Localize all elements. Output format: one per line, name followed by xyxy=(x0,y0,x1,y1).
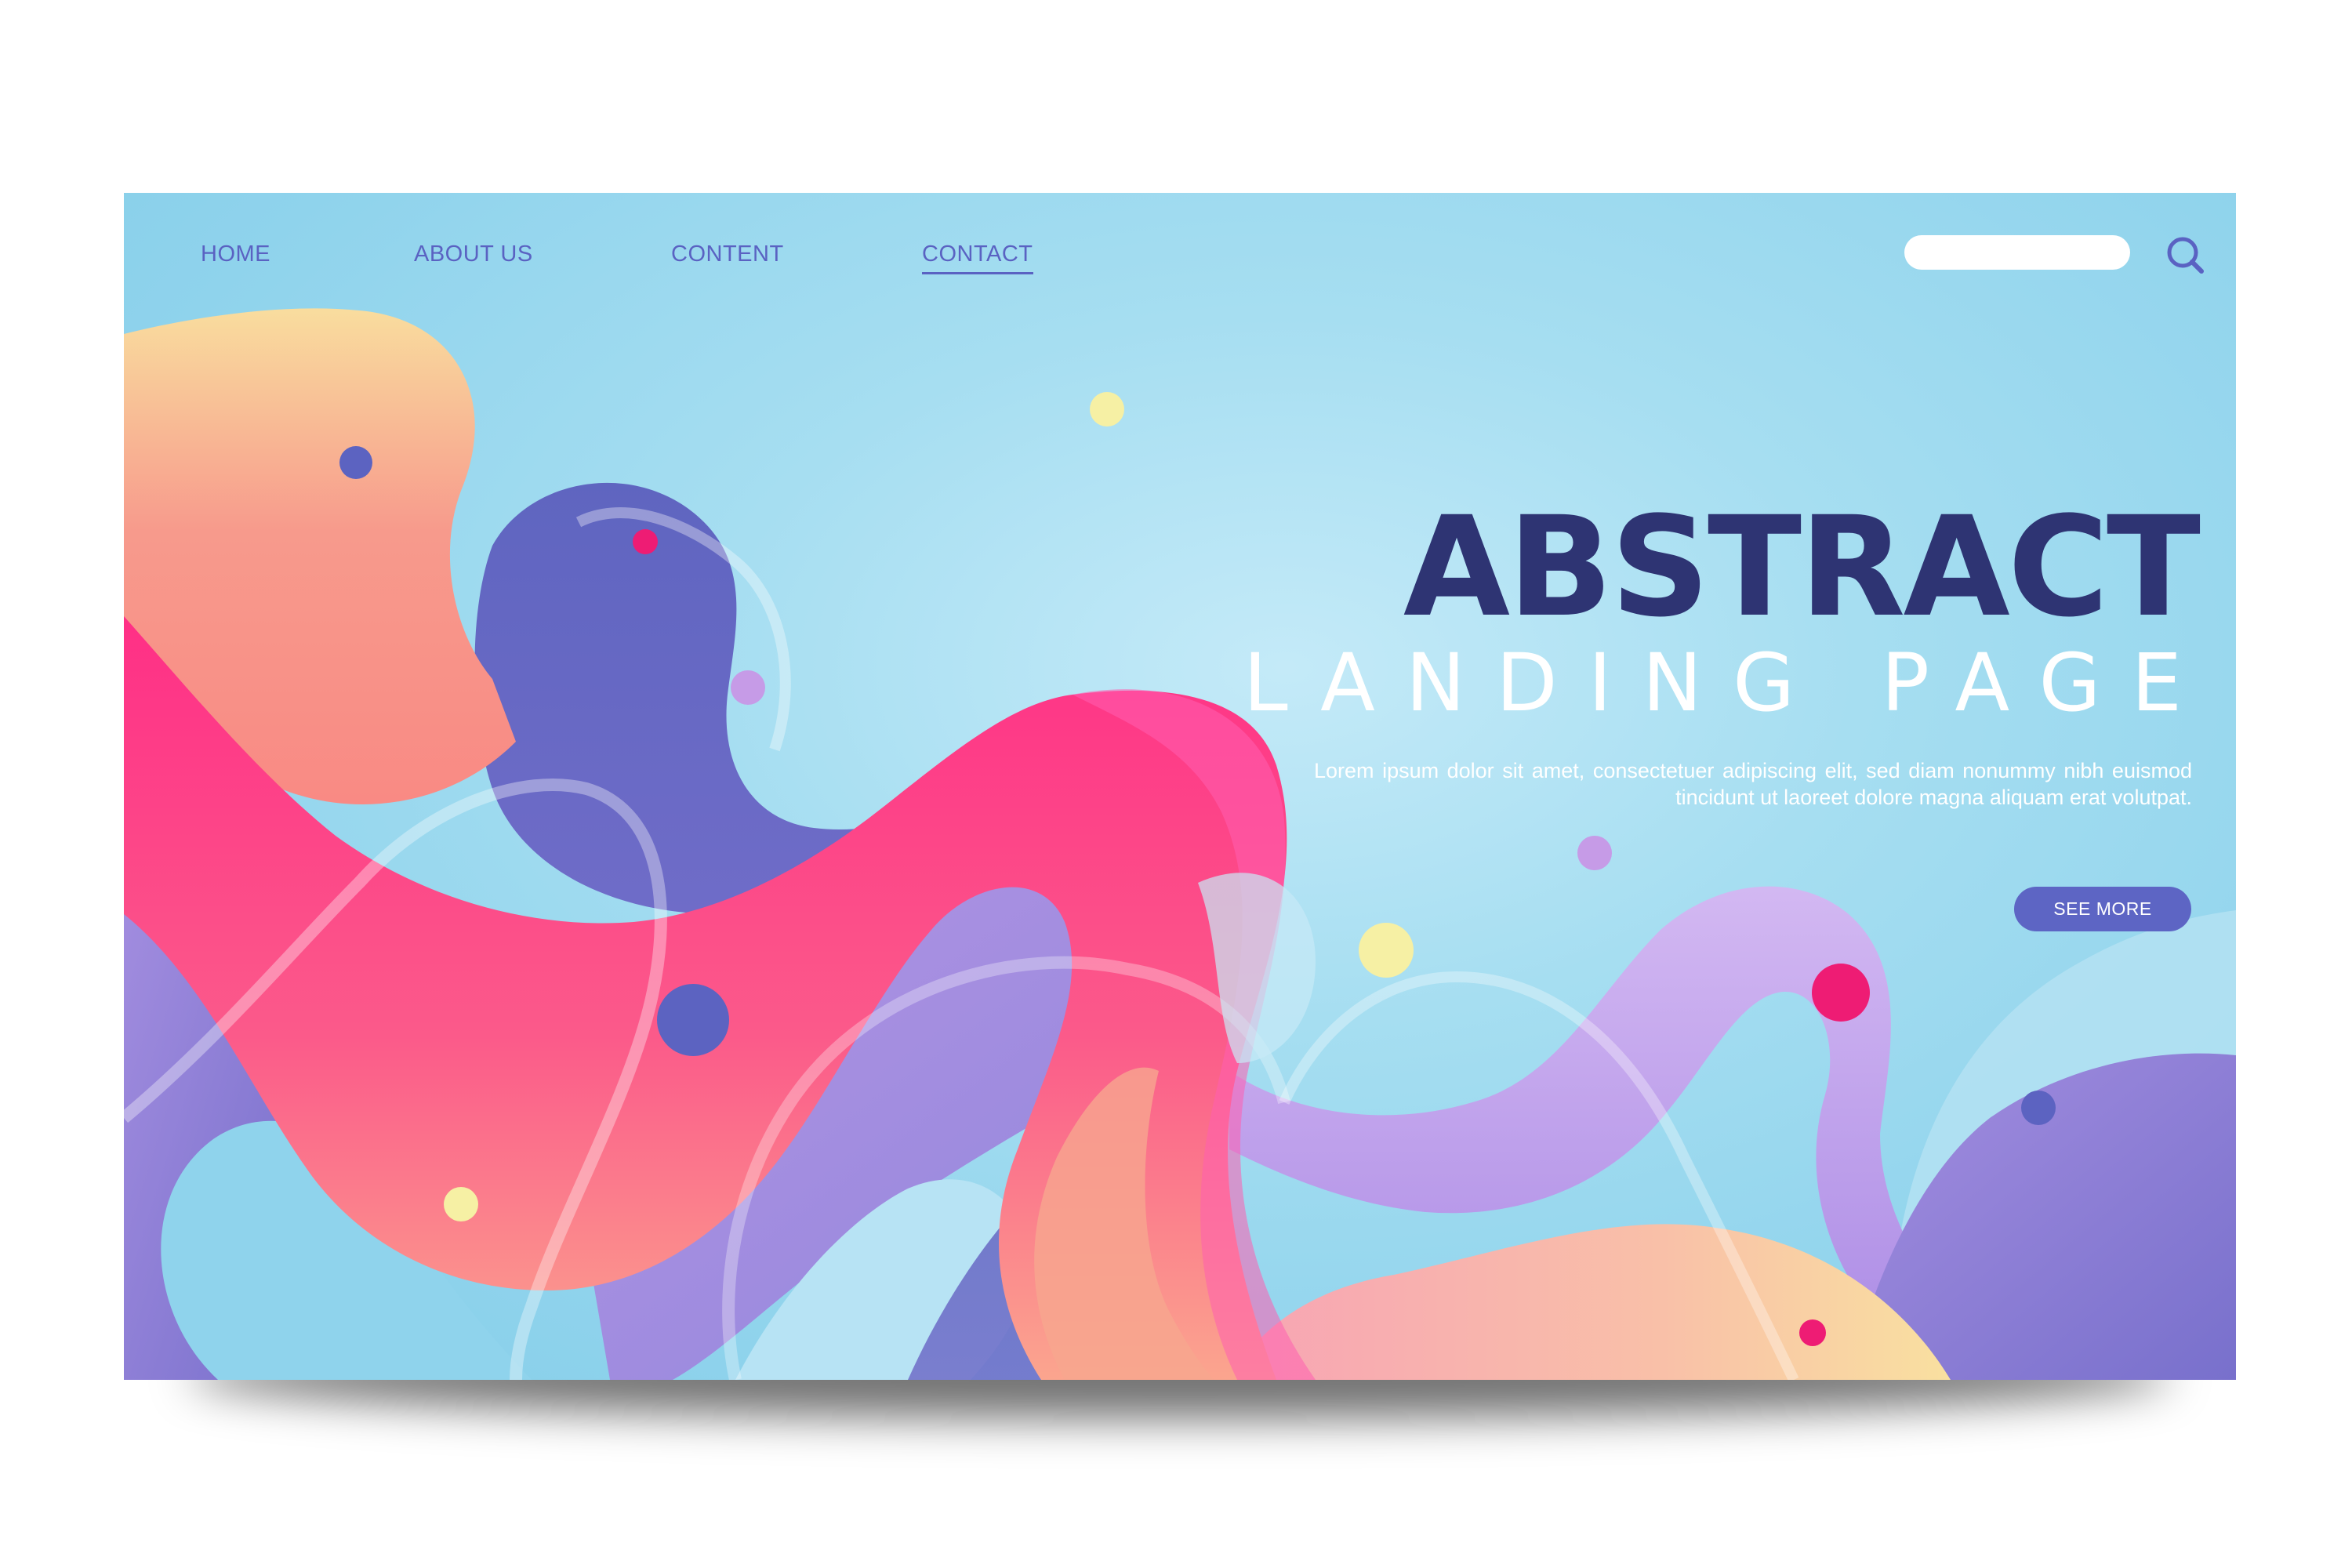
page: HOME ABOUT US CONTENT CONTACT ABSTRACT L… xyxy=(0,0,2352,1568)
search-button[interactable] xyxy=(2164,234,2208,278)
dot-purple-upper-left xyxy=(339,446,372,479)
see-more-button[interactable]: SEE MORE xyxy=(2014,887,2191,931)
dot-magenta-large xyxy=(1812,964,1870,1022)
nav-about-us[interactable]: ABOUT US xyxy=(414,241,533,267)
landing-page-frame: HOME ABOUT US CONTENT CONTACT ABSTRACT L… xyxy=(124,193,2236,1380)
dot-yellow-left xyxy=(444,1187,478,1221)
hero-description: Lorem ipsum dolor sit amet, consectetuer… xyxy=(1314,759,2192,809)
dot-magenta-bottom xyxy=(1799,1319,1826,1346)
dot-yellow-top xyxy=(1090,392,1124,426)
nav-contact[interactable]: CONTACT xyxy=(922,241,1033,274)
hero-title: ABSTRACT xyxy=(1403,487,2201,648)
dot-lilac-upper xyxy=(731,670,765,705)
hero-subtitle: LANDING PAGE xyxy=(1243,637,2212,730)
search-input[interactable] xyxy=(1904,235,2130,270)
dot-yellow-middle xyxy=(1359,923,1414,978)
dot-purple-large xyxy=(657,984,729,1056)
search-icon xyxy=(2167,237,2204,274)
dot-magenta-upper xyxy=(633,529,658,554)
top-nav: HOME ABOUT US CONTENT CONTACT xyxy=(124,193,2236,318)
dot-lilac-right xyxy=(1577,836,1612,870)
nav-home[interactable]: HOME xyxy=(201,241,270,267)
nav-content[interactable]: CONTENT xyxy=(671,241,784,267)
dot-purple-right xyxy=(2021,1091,2056,1125)
